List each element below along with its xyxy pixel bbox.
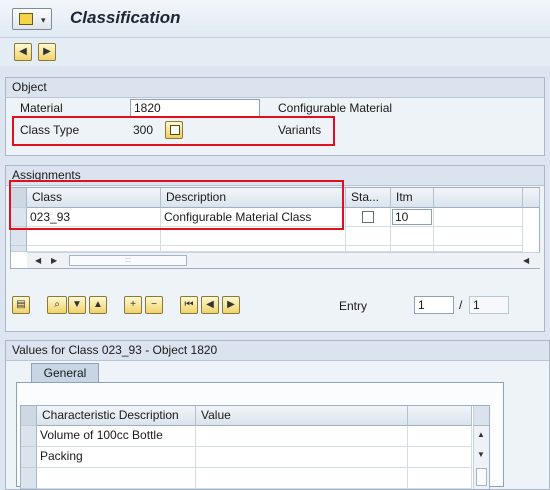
empty-cell (408, 447, 472, 468)
status-cell[interactable] (346, 208, 391, 227)
empty-cell (408, 468, 472, 489)
row-selector[interactable] (11, 246, 27, 252)
delete-row-icon[interactable]: − (145, 296, 163, 314)
row-selector[interactable] (21, 447, 37, 468)
select-all-cell[interactable] (21, 406, 37, 426)
tab-general[interactable]: General (31, 363, 99, 383)
column-header-status[interactable]: Sta... (346, 188, 391, 208)
characteristic-cell (37, 468, 196, 489)
back-icon[interactable]: ◀ (14, 43, 32, 61)
application-toolbar: ◀ ▶ (0, 38, 550, 66)
column-header-empty (434, 188, 523, 208)
empty-cell (434, 227, 523, 246)
column-settings-icon[interactable] (523, 188, 540, 208)
characteristic-cell: Packing (37, 447, 196, 468)
scroll-up-icon[interactable]: ▲ (477, 430, 485, 439)
horizontal-scrollbar[interactable]: ◀ ▶ ::: ◀ (27, 252, 540, 268)
title-bar: ▾ Classification (0, 0, 550, 38)
empty-cell (434, 208, 523, 227)
page-title: Classification (70, 8, 181, 27)
status-checkbox[interactable] (362, 211, 374, 223)
value-cell[interactable] (196, 447, 408, 468)
screen-icon[interactable]: ▾ (12, 8, 52, 30)
material-field[interactable]: 1820 (130, 99, 260, 117)
insert-row-icon[interactable]: + (124, 296, 142, 314)
item-cell[interactable]: 10 (391, 208, 434, 227)
scroll-right-end-icon[interactable]: ◀ (523, 256, 529, 265)
entry-total: 1 (469, 296, 509, 314)
value-cell[interactable] (196, 468, 408, 489)
object-group-title: Object (6, 78, 544, 98)
next-page-icon[interactable]: ▶ (222, 296, 240, 314)
column-header-value[interactable]: Value (196, 406, 408, 426)
forward-icon[interactable]: ▶ (38, 43, 56, 61)
scroll-right-icon[interactable]: ▶ (51, 256, 57, 265)
status-cell (346, 227, 391, 246)
class-type-highlight (12, 116, 335, 146)
scrollbar-thumb[interactable] (476, 468, 487, 486)
scroll-down-icon[interactable]: ▼ (477, 450, 485, 459)
characteristics-table: Characteristic Description Value Volume … (20, 405, 490, 490)
column-header-characteristic[interactable]: Characteristic Description (37, 406, 196, 426)
sort-desc-icon[interactable]: ▼ (68, 296, 86, 314)
prev-page-icon[interactable]: ◀ (201, 296, 219, 314)
row-selector[interactable] (21, 426, 37, 447)
scrollbar-thumb[interactable]: ::: (69, 255, 187, 266)
item-field[interactable]: 10 (392, 209, 432, 225)
material-label: Material (20, 101, 63, 115)
first-page-icon[interactable]: ⏮ (180, 296, 198, 314)
entry-separator: / (459, 298, 463, 312)
material-description: Configurable Material (278, 101, 393, 115)
values-group-title: Values for Class 023_93 - Object 1820 (6, 341, 549, 361)
sort-asc-icon[interactable]: ▲ (89, 296, 107, 314)
scroll-left-icon[interactable]: ◀ (35, 256, 41, 265)
row-selector[interactable] (21, 468, 37, 489)
empty-cell (408, 426, 472, 447)
entry-label: Entry (339, 299, 368, 313)
search-icon[interactable]: ⌕ (47, 296, 67, 314)
scroll-header (474, 406, 489, 426)
vertical-scrollbar[interactable]: ▲ ▼ (473, 406, 489, 489)
item-cell[interactable] (391, 227, 434, 246)
characteristic-cell: Volume of 100cc Bottle (37, 426, 196, 447)
value-cell[interactable] (196, 426, 408, 447)
column-header-item[interactable]: Itm (391, 188, 434, 208)
column-header-empty (408, 406, 472, 426)
details-icon[interactable]: ▤ (12, 296, 30, 314)
class-assignment-highlight (9, 180, 344, 230)
entry-field[interactable]: 1 (414, 296, 454, 314)
